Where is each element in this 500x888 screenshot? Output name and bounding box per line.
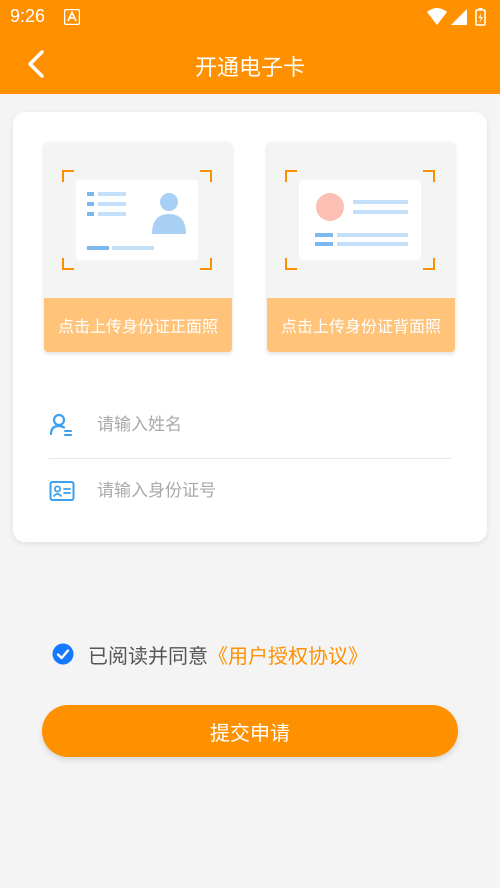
id-card-back-icon — [285, 170, 435, 270]
agreement-row: 已阅读并同意 《用户授权协议》 — [52, 640, 368, 668]
user-agreement-link[interactable]: 《用户授权协议》 — [208, 640, 368, 669]
user-icon — [49, 413, 72, 436]
status-time: 9:26 — [10, 6, 46, 26]
system-status-icons — [427, 8, 486, 26]
upload-back-label: 点击上传身份证背面照 — [267, 298, 455, 352]
app-notification-icon — [64, 9, 80, 25]
id-number-field-row — [49, 466, 449, 516]
upload-front-label: 点击上传身份证正面照 — [44, 298, 232, 352]
agreement-checkbox-checked-icon[interactable] — [52, 643, 74, 665]
upload-id-back-button[interactable]: 点击上传身份证背面照 — [267, 142, 455, 352]
wifi-icon — [427, 8, 447, 25]
page-title: 开通电子卡 — [194, 56, 305, 81]
name-field-row — [49, 400, 449, 450]
field-divider — [49, 458, 451, 459]
id-number-input[interactable] — [97, 481, 417, 501]
status-bar: 9:26 — [0, 0, 500, 34]
form-card: 点击上传身份证正面照 点击上传身份证背面照 — [13, 112, 487, 542]
name-input[interactable] — [97, 415, 417, 435]
id-card-front-icon — [62, 170, 212, 270]
agreement-text: 已阅读并同意 — [88, 643, 208, 668]
id-card-icon — [49, 481, 75, 501]
submit-button[interactable]: 提交申请 — [42, 705, 458, 757]
upload-id-front-button[interactable]: 点击上传身份证正面照 — [44, 142, 232, 352]
signal-icon — [451, 9, 467, 25]
title-bar: 开通电子卡 — [0, 34, 500, 94]
